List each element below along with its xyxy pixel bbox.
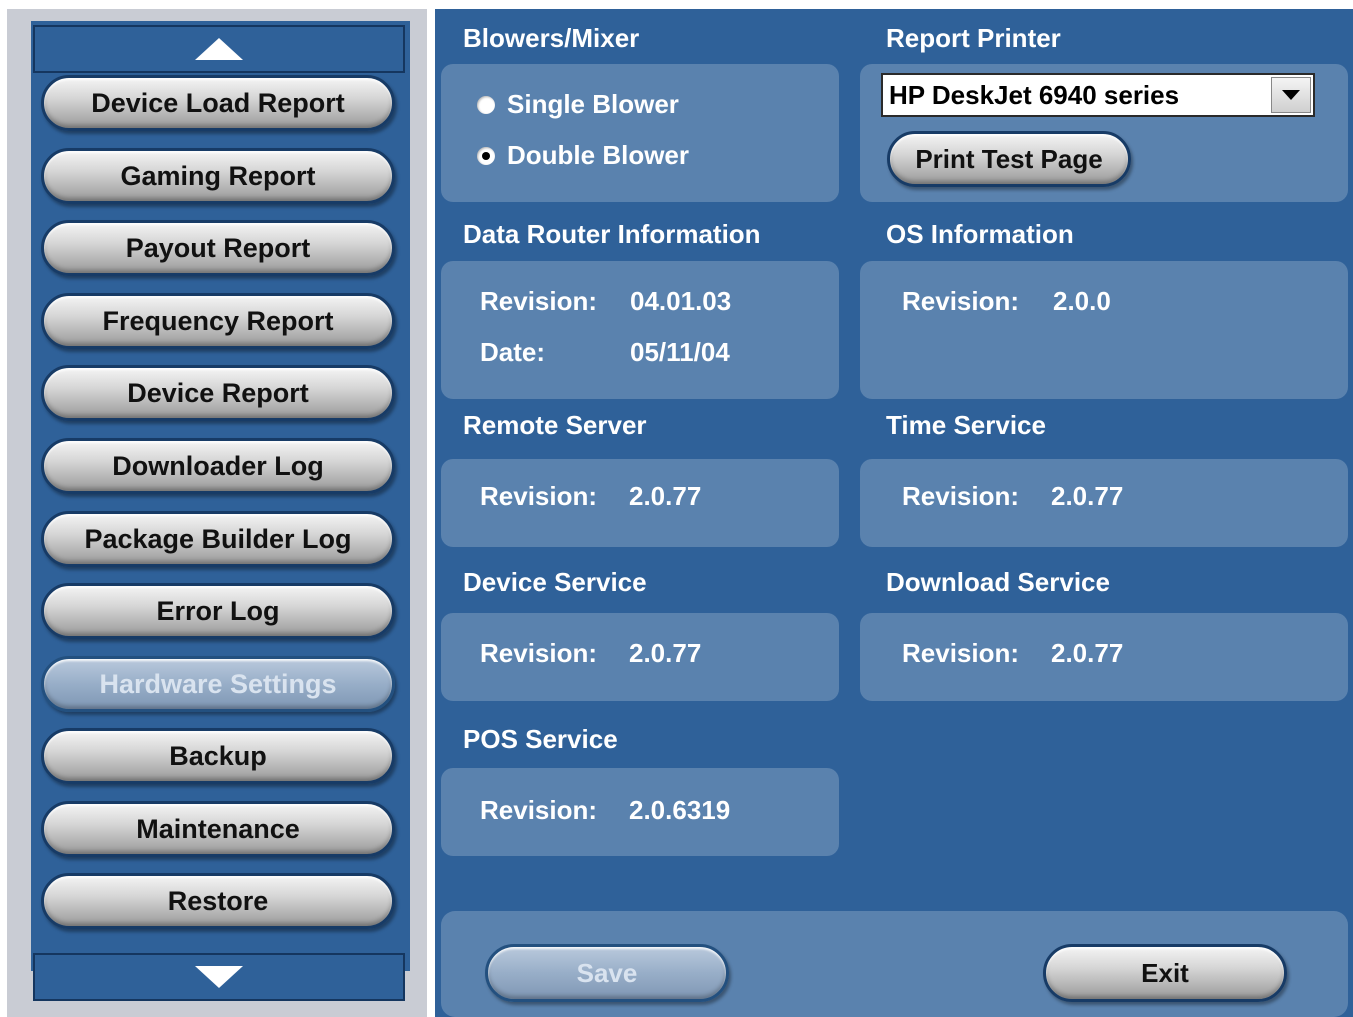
- os-information-title: OS Information: [886, 219, 1074, 249]
- time-service-revision-value: 2.0.77: [1051, 481, 1124, 511]
- scroll-up-button[interactable]: [33, 25, 405, 73]
- exit-button[interactable]: Exit: [1043, 944, 1287, 1002]
- os-revision-value: 2.0.0: [1053, 286, 1111, 316]
- device-service-title: Device Service: [463, 567, 647, 597]
- remote-server-title: Remote Server: [463, 410, 647, 440]
- os-information-box: [860, 261, 1348, 399]
- report-printer-title: Report Printer: [886, 23, 1061, 53]
- download-service-title: Download Service: [886, 567, 1110, 597]
- device-service-revision-value: 2.0.77: [629, 638, 702, 668]
- scroll-down-button[interactable]: [33, 953, 405, 1001]
- dropdown-arrow-button[interactable]: [1271, 77, 1311, 113]
- radio-unselected-icon: [477, 95, 495, 114]
- data-router-revision-value: 04.01.03: [630, 286, 732, 316]
- data-router-date-value: 05/11/04: [630, 337, 730, 367]
- single-blower-radio[interactable]: Single Blower: [477, 89, 679, 120]
- chevron-down-icon: [1282, 90, 1300, 100]
- time-service-revision-label: Revision:: [902, 481, 1020, 511]
- hardware-settings-button: Hardware Settings: [41, 656, 395, 712]
- package-builder-log-button[interactable]: Package Builder Log: [41, 511, 395, 567]
- time-service-title: Time Service: [886, 410, 1046, 440]
- os-revision-label: Revision:: [902, 286, 1020, 316]
- navigation-panel: Device Load Report Gaming Report Payout …: [7, 9, 427, 1017]
- payout-report-button[interactable]: Payout Report: [41, 220, 395, 276]
- data-router-box: [441, 261, 839, 399]
- pos-service-title: POS Service: [463, 724, 618, 754]
- blowers-mixer-box: [441, 64, 839, 202]
- pos-service-revision-label: Revision:: [480, 795, 598, 825]
- blowers-mixer-title: Blowers/Mixer: [463, 23, 640, 53]
- remote-server-revision-value: 2.0.77: [629, 481, 702, 511]
- data-router-title: Data Router Information: [463, 219, 761, 249]
- print-test-page-button[interactable]: Print Test Page: [887, 131, 1131, 187]
- printer-select-value: HP DeskJet 6940 series: [889, 79, 1180, 110]
- device-load-report-button[interactable]: Device Load Report: [41, 75, 395, 131]
- data-router-revision-label: Revision:: [480, 286, 598, 316]
- maintenance-button[interactable]: Maintenance: [41, 801, 395, 857]
- data-router-date-label: Date:: [480, 337, 546, 367]
- remote-server-revision-label: Revision:: [480, 481, 598, 511]
- device-service-revision-label: Revision:: [480, 638, 598, 668]
- restore-button[interactable]: Restore: [41, 873, 395, 929]
- frequency-report-button[interactable]: Frequency Report: [41, 293, 395, 349]
- download-service-revision-label: Revision:: [902, 638, 1020, 668]
- double-blower-radio[interactable]: Double Blower: [477, 140, 689, 171]
- single-blower-label: Single Blower: [507, 89, 679, 119]
- double-blower-label: Double Blower: [507, 140, 690, 170]
- backup-button[interactable]: Backup: [41, 728, 395, 784]
- download-service-revision-value: 2.0.77: [1051, 638, 1124, 668]
- downloader-log-button[interactable]: Downloader Log: [41, 438, 395, 494]
- save-button: Save: [485, 944, 729, 1002]
- error-log-button[interactable]: Error Log: [41, 583, 395, 639]
- triangle-up-icon: [195, 38, 243, 60]
- triangle-down-icon: [195, 966, 243, 988]
- device-report-button[interactable]: Device Report: [41, 365, 395, 421]
- radio-selected-icon: [477, 146, 495, 165]
- hardware-settings-panel: Blowers/Mixer Single Blower Double Blowe…: [435, 9, 1353, 1017]
- printer-select[interactable]: HP DeskJet 6940 series: [881, 73, 1315, 117]
- gaming-report-button[interactable]: Gaming Report: [41, 148, 395, 204]
- pos-service-revision-value: 2.0.6319: [629, 795, 731, 825]
